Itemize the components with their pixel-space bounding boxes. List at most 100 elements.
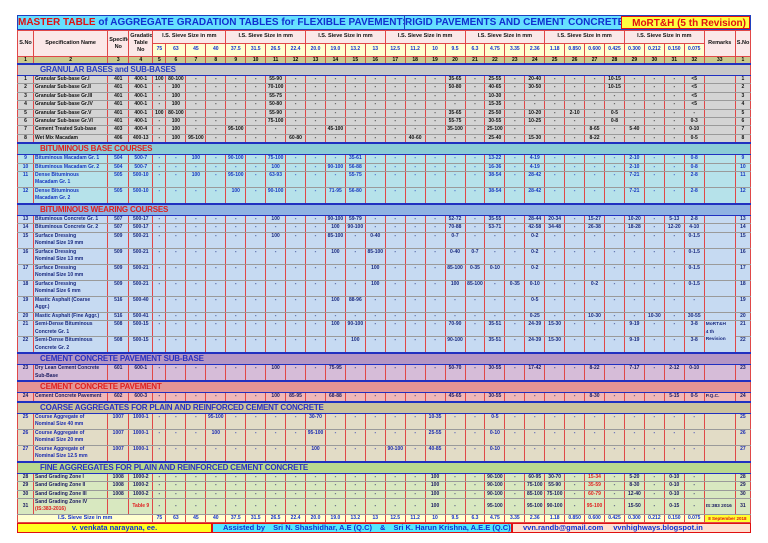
row-sno-right: 15 xyxy=(734,231,752,249)
column-number: 17 xyxy=(384,56,406,65)
sieve-value: - xyxy=(404,247,426,265)
sieve-value: 0-2 xyxy=(584,279,605,297)
sieve-value: 10-30 xyxy=(584,311,605,322)
sieve-value: 10-25 xyxy=(524,117,546,127)
sieve-value: - xyxy=(663,74,685,85)
sieve-value: - xyxy=(544,247,566,265)
sieve-value: - xyxy=(285,125,307,135)
row-spec-name: Cement Concrete Pavement xyxy=(33,392,109,403)
sieve-value: - xyxy=(185,108,207,119)
spec-name-text: Dense Bituminous Macadam Gr. 1 xyxy=(35,172,79,186)
title-part-1: MASTER TABLE of AGGREGATE GRADATION TABL… xyxy=(18,16,405,29)
sieve-value: - xyxy=(165,497,187,515)
blog-link[interactable]: vvnhighways.blogspot.in xyxy=(613,524,703,532)
sieve-value: 25-55 xyxy=(484,74,506,85)
sieve-value: 85-100 xyxy=(364,247,386,265)
row-remarks xyxy=(703,83,736,93)
sieve-value: 0-40 xyxy=(364,231,386,249)
sieve-value: - xyxy=(165,472,187,483)
sieve-value: - xyxy=(564,428,586,446)
row-spec-no: 401 xyxy=(107,91,130,102)
sieve-value: - xyxy=(245,263,267,281)
sieve-value: - xyxy=(152,481,167,491)
sieve-value: - xyxy=(324,133,346,144)
sieve-value: - xyxy=(245,91,267,102)
table-row: 1 Granular Sub-base Gr.I 401 400-1 100 80-100… xyxy=(16,74,752,85)
sieve-value: - xyxy=(152,162,167,173)
sieve-value: - xyxy=(364,215,386,225)
sieve-value: 38-54 xyxy=(484,171,506,189)
sieve-value: - xyxy=(444,100,466,110)
column-number: 24 xyxy=(524,56,546,65)
sieve-size: 20.0 xyxy=(305,43,326,57)
footer-sieve-size: 31.5 xyxy=(245,513,267,524)
sieve-value: - xyxy=(205,231,227,249)
row-sno-right: 21 xyxy=(734,320,752,338)
sieve-value: - xyxy=(464,125,486,135)
sieve-value: 55-75 xyxy=(265,91,287,102)
sieve-value: - xyxy=(285,336,307,354)
row-spec-name: Dense Bituminous Macadam Gr. 1 xyxy=(33,171,109,189)
sieve-value: 85-100 xyxy=(444,263,466,281)
sieve-value: - xyxy=(404,320,426,338)
table-row: 17 Surface Dressing Nominal Size 10 mm 509… xyxy=(16,263,752,281)
sieve-value: - xyxy=(324,108,346,119)
sieve-value: - xyxy=(604,162,625,173)
sieve-value: - xyxy=(225,91,247,102)
sieve-value: - xyxy=(504,133,526,144)
sieve-value: - xyxy=(344,481,366,491)
sieve-value: - xyxy=(404,91,426,102)
spec-name-text: Course Aggregate of Nominal Size 20 mm xyxy=(35,429,85,444)
sieve-value: - xyxy=(544,412,566,430)
sieve-value: 90-100 xyxy=(344,223,366,233)
sieve-value: - xyxy=(564,279,586,297)
sieve-value: - xyxy=(344,117,366,127)
sieve-value: - xyxy=(245,497,267,515)
column-number: 29 xyxy=(623,56,645,65)
row-remarks: MoRT&H 4 th Revision xyxy=(703,320,736,354)
sieve-value: - xyxy=(384,154,406,164)
row-sno-right: 6 xyxy=(734,117,752,127)
sieve-value: - xyxy=(324,444,346,463)
spec-name-text: Surface Dressing Nominal Size 6 mm xyxy=(35,280,81,295)
sieve-value: - xyxy=(404,171,426,189)
sieve-value: 0-5 xyxy=(683,133,705,144)
row-table-no: 500-15 xyxy=(128,336,154,354)
sieve-value: - xyxy=(643,154,665,164)
sieve-value: 28-42 xyxy=(524,171,546,189)
sieve-value: - xyxy=(504,74,526,85)
sieve-value: 0-8 xyxy=(683,162,705,173)
sieve-value: 18-28 xyxy=(623,223,645,233)
email-link[interactable]: vvn.randb@gmail.com xyxy=(523,524,603,532)
sieve-value: - xyxy=(424,263,446,281)
sieve-value: 0-25 xyxy=(524,311,546,322)
sieve-value: - xyxy=(305,364,326,382)
sieve-value: - xyxy=(245,489,267,499)
sieve-value: 80-100 xyxy=(165,74,187,85)
sieve-value: - xyxy=(663,247,685,265)
sieve-value: 2-8 xyxy=(683,215,705,225)
spec-name-text: Granular Sub-base Gr.IV xyxy=(35,101,93,108)
sieve-value: - xyxy=(305,108,326,119)
sieve-value: - xyxy=(544,117,566,127)
sieve-value: - xyxy=(285,231,307,249)
row-table-no: 500-41 xyxy=(128,311,154,322)
sieve-value: 28-44 xyxy=(524,215,546,225)
sieve-value: - xyxy=(643,100,665,110)
section-header: FINE AGGREGATES FOR PLAIN AND REINFORCED… xyxy=(17,460,751,474)
sieve-value: - xyxy=(384,117,406,127)
sieve-value: - xyxy=(205,336,227,354)
sieve-value: - xyxy=(152,83,167,93)
row-sno: 6 xyxy=(16,117,35,127)
sieve-value: 45-100 xyxy=(324,125,346,135)
sieve-value: 100 xyxy=(165,133,187,144)
sieve-value: - xyxy=(152,187,167,205)
sieve-value: - xyxy=(663,279,685,297)
footer-sieve-size: 0.150 xyxy=(663,513,685,524)
spec-name-text: Bituminous Concrete Gr. 2 xyxy=(35,224,99,231)
sieve-value: - xyxy=(364,162,386,173)
row-remarks xyxy=(703,108,736,119)
sieve-value: - xyxy=(663,117,685,127)
sieve-value: - xyxy=(683,428,705,446)
row-sno: 29 xyxy=(16,481,35,491)
